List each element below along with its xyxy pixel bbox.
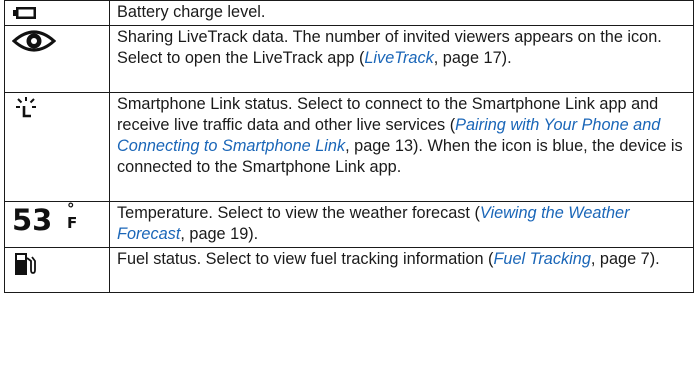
temperature-icon: 53 ° F xyxy=(5,200,95,242)
icon-cell: 53 ° F xyxy=(4,200,110,248)
description-cell: Smartphone Link status. Select to connec… xyxy=(109,92,694,202)
livetrack-eye-icon xyxy=(11,29,57,58)
cross-reference-link[interactable]: Fuel Tracking xyxy=(493,250,590,268)
description-cell: Fuel status. Select to view fuel trackin… xyxy=(109,247,694,293)
fuel-pump-icon xyxy=(14,252,36,281)
description-cell: Temperature. Select to view the weather … xyxy=(109,201,694,248)
description-text: Battery charge level. xyxy=(117,3,266,21)
row-description: Temperature. Select to view the weather … xyxy=(117,203,685,245)
cross-reference-link[interactable]: LiveTrack xyxy=(364,49,433,67)
table-row: Sharing LiveTrack data. The number of in… xyxy=(4,25,694,93)
table-row: Smartphone Link status. Select to connec… xyxy=(4,92,694,202)
description-text: , page 7). xyxy=(590,250,660,268)
row-description: Smartphone Link status. Select to connec… xyxy=(117,94,685,178)
description-text: , page 17). xyxy=(433,49,512,67)
icon-cell xyxy=(4,247,110,293)
status-icon-table: Battery charge level. Sharing LiveTrack … xyxy=(4,0,694,293)
row-description: Fuel status. Select to view fuel trackin… xyxy=(117,249,685,270)
smartphone-link-icon xyxy=(15,96,37,125)
description-text: Fuel status. Select to view fuel trackin… xyxy=(117,250,494,268)
temperature-value: 53 xyxy=(12,203,53,237)
temperature-unit: F xyxy=(67,214,78,232)
icon-cell xyxy=(4,25,110,93)
icon-cell xyxy=(4,0,110,26)
description-cell: Battery charge level. xyxy=(109,0,694,26)
description-cell: Sharing LiveTrack data. The number of in… xyxy=(109,25,694,93)
row-description: Sharing LiveTrack data. The number of in… xyxy=(117,27,685,69)
icon-cell xyxy=(4,92,110,202)
table-row: Fuel status. Select to view fuel trackin… xyxy=(4,247,694,293)
table-row: Battery charge level. xyxy=(4,0,694,26)
table-row: 53 ° F Temperature. Select to view the w… xyxy=(4,200,694,248)
row-description: Battery charge level. xyxy=(117,2,685,23)
description-text: Temperature. Select to view the weather … xyxy=(117,204,480,222)
description-text: , page 19). xyxy=(180,225,259,243)
battery-icon xyxy=(13,6,37,24)
